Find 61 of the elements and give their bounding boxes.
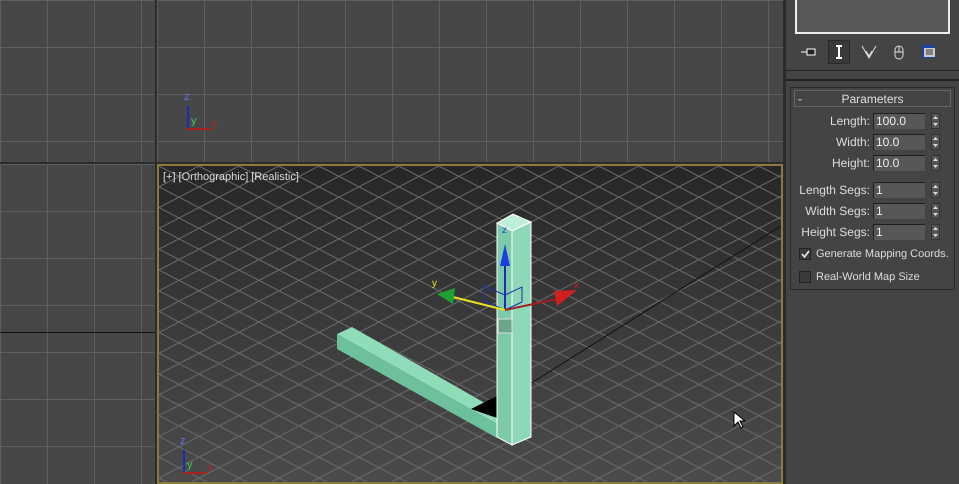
up-arrow-icon[interactable] — [933, 136, 938, 140]
funnel-icon[interactable] — [861, 45, 877, 59]
viewport-label[interactable]: [Realistic] — [251, 169, 299, 186]
up-arrow-icon[interactable] — [933, 184, 938, 188]
up-arrow-icon[interactable] — [933, 158, 938, 160]
value-field[interactable]: 1 — [873, 224, 925, 240]
perspective-viewport[interactable]: z y x [+] [Orthographic] [Realistic] z y x — [157, 164, 783, 484]
viewport-label[interactable]: [Orthographic] — [178, 169, 248, 186]
spinner-control[interactable] — [931, 154, 940, 170]
viewport-top[interactable]: z y x — [157, 0, 783, 162]
gizmo-z-label: z — [502, 226, 507, 236]
axis-x-line — [183, 472, 207, 474]
axis-z-label: z — [180, 436, 186, 447]
checkbox-label: Real-World Map Size — [816, 270, 920, 284]
collapse-toggle[interactable]: - — [795, 90, 809, 108]
rollout-header[interactable]: - Parameters — [794, 90, 951, 107]
gizmo-x-label: x — [574, 281, 579, 291]
field-label: Height Segs: — [801, 224, 870, 240]
value-field[interactable]: 1 — [873, 202, 925, 218]
gizmo-y-label: y — [432, 279, 437, 289]
up-arrow-icon[interactable] — [933, 226, 938, 230]
axis-y-label: y — [191, 116, 196, 127]
viewport-label[interactable]: [+] — [163, 169, 176, 186]
checkbox-label: Generate Mapping Coords. — [816, 247, 949, 262]
down-arrow-icon[interactable] — [933, 144, 938, 146]
field-label: Width Segs: — [805, 202, 870, 220]
axis-x-label: x — [207, 463, 212, 474]
axis-y-label: y — [187, 460, 192, 471]
axis-z-line — [183, 450, 185, 472]
down-arrow-icon[interactable] — [933, 234, 938, 236]
axis-x-line — [187, 128, 211, 130]
up-arrow-icon[interactable] — [933, 206, 938, 208]
mouse-cursor-icon — [733, 411, 745, 429]
mouse-icon[interactable] — [893, 44, 905, 60]
spinner-control[interactable] — [931, 182, 940, 198]
up-arrow-icon[interactable] — [933, 116, 938, 118]
field-label: Height: — [832, 154, 870, 172]
down-arrow-icon[interactable] — [933, 192, 938, 194]
rollout-title: Parameters — [840, 90, 905, 108]
value-field[interactable]: 10.0 — [873, 154, 925, 170]
axis-z-line — [187, 106, 189, 128]
checkbox[interactable] — [799, 248, 811, 260]
down-arrow-icon[interactable] — [933, 212, 938, 216]
spinner-control[interactable] — [931, 224, 940, 240]
field-label: Length Segs: — [799, 182, 870, 198]
down-arrow-icon[interactable] — [933, 164, 938, 168]
value-field[interactable]: 1 — [873, 182, 925, 198]
modifier-stack-icon[interactable] — [835, 44, 843, 60]
spinner-control[interactable] — [931, 134, 940, 150]
field-label: Length: — [830, 112, 870, 130]
value-field[interactable]: 10.0 — [873, 134, 925, 150]
value-field[interactable]: 100.0 — [873, 112, 925, 128]
spinner-control[interactable] — [931, 202, 940, 218]
configure-icon[interactable] — [921, 44, 937, 60]
axis-z-label: z — [184, 92, 190, 103]
field-label: Width: — [836, 134, 870, 150]
spinner-control[interactable] — [931, 112, 940, 128]
pin-icon[interactable] — [801, 47, 817, 57]
down-arrow-icon[interactable] — [933, 122, 938, 126]
axis-x-label: x — [211, 119, 216, 130]
checkbox[interactable] — [799, 270, 811, 283]
